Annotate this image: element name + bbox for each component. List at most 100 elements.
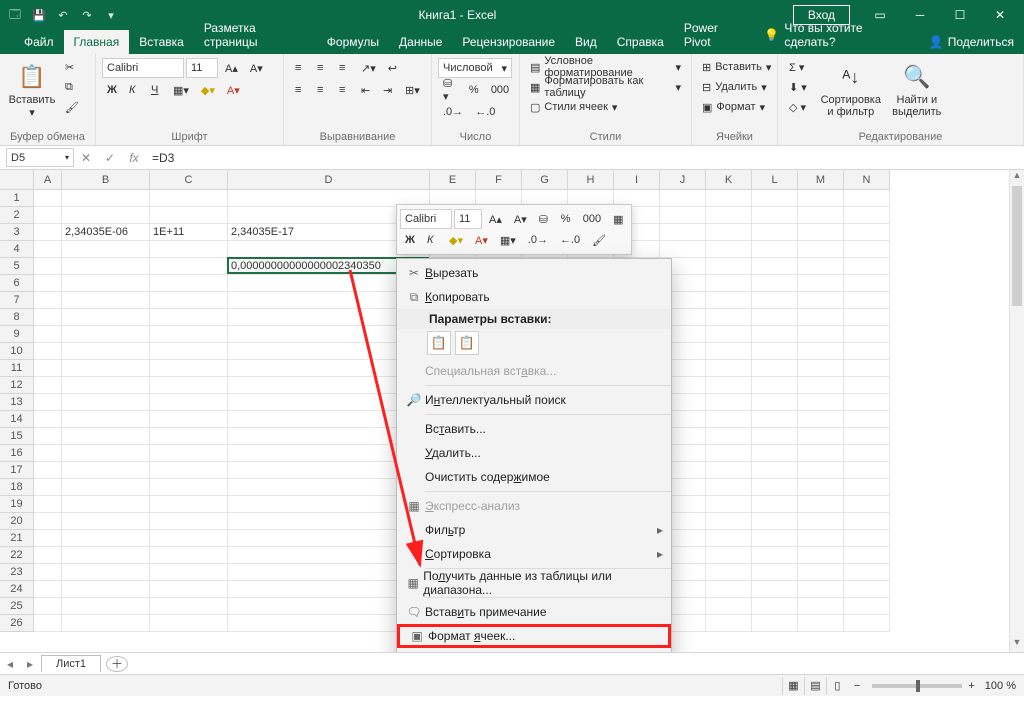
- row-header-11[interactable]: 11: [0, 360, 34, 377]
- cell-L24[interactable]: [752, 581, 798, 598]
- underline-button[interactable]: Ч: [146, 80, 166, 100]
- cell-M11[interactable]: [798, 360, 844, 377]
- cell-B8[interactable]: [62, 309, 150, 326]
- cell-C21[interactable]: [150, 530, 228, 547]
- comma-icon[interactable]: 000: [578, 209, 606, 229]
- row-header-24[interactable]: 24: [0, 581, 34, 598]
- cell-K23[interactable]: [706, 564, 752, 581]
- cell-M8[interactable]: [798, 309, 844, 326]
- scroll-down-icon[interactable]: ▼: [1010, 637, 1024, 652]
- cell-L6[interactable]: [752, 275, 798, 292]
- cell-A13[interactable]: [34, 394, 62, 411]
- cell-B10[interactable]: [62, 343, 150, 360]
- row-header-12[interactable]: 12: [0, 377, 34, 394]
- cell-B16[interactable]: [62, 445, 150, 462]
- cell-B2[interactable]: [62, 207, 150, 224]
- cell-J2[interactable]: [660, 207, 706, 224]
- col-header-I[interactable]: I: [614, 170, 660, 190]
- cell-C15[interactable]: [150, 428, 228, 445]
- cell-B21[interactable]: [62, 530, 150, 547]
- font-size-dropdown[interactable]: 11: [186, 58, 218, 78]
- cell-C26[interactable]: [150, 615, 228, 632]
- orientation-icon[interactable]: ↗▾: [356, 58, 381, 78]
- share-button[interactable]: 👤Поделиться: [919, 30, 1024, 54]
- cell-B4[interactable]: [62, 241, 150, 258]
- cut-icon[interactable]: ✂: [60, 57, 84, 77]
- decrease-decimal-icon[interactable]: ←.0: [555, 230, 585, 250]
- cell-A10[interactable]: [34, 343, 62, 360]
- row-header-17[interactable]: 17: [0, 462, 34, 479]
- cell-N7[interactable]: [844, 292, 890, 309]
- cell-K22[interactable]: [706, 547, 752, 564]
- cell-K20[interactable]: [706, 513, 752, 530]
- cell-N8[interactable]: [844, 309, 890, 326]
- cell-M5[interactable]: [798, 258, 844, 275]
- cell-N12[interactable]: [844, 377, 890, 394]
- increase-font-icon[interactable]: A▴: [220, 58, 243, 78]
- cell-B5[interactable]: [62, 258, 150, 275]
- cell-L9[interactable]: [752, 326, 798, 343]
- col-header-L[interactable]: L: [752, 170, 798, 190]
- cell-L11[interactable]: [752, 360, 798, 377]
- percent-icon[interactable]: %: [464, 80, 484, 100]
- zoom-in-button[interactable]: +: [968, 680, 974, 692]
- cell-L8[interactable]: [752, 309, 798, 326]
- cell-L13[interactable]: [752, 394, 798, 411]
- zoom-level[interactable]: 100 %: [985, 680, 1016, 692]
- cell-C11[interactable]: [150, 360, 228, 377]
- cell-M24[interactable]: [798, 581, 844, 598]
- cell-L21[interactable]: [752, 530, 798, 547]
- select-all-triangle[interactable]: [0, 170, 34, 190]
- fill-icon[interactable]: ⬇ ▾: [784, 77, 812, 97]
- cell-N17[interactable]: [844, 462, 890, 479]
- ctx-delete[interactable]: Удалить...: [397, 441, 671, 465]
- tab-page-layout[interactable]: Разметка страницы: [194, 16, 317, 54]
- cell-L1[interactable]: [752, 190, 798, 207]
- increase-decimal-icon[interactable]: .0→: [523, 230, 553, 250]
- currency-icon[interactable]: ⛁▾: [438, 80, 462, 100]
- cell-N2[interactable]: [844, 207, 890, 224]
- maximize-icon[interactable]: ☐: [940, 1, 980, 29]
- format-painter-icon[interactable]: 🖌: [60, 97, 84, 117]
- cell-K6[interactable]: [706, 275, 752, 292]
- cell-K5[interactable]: [706, 258, 752, 275]
- bold-button[interactable]: Ж: [400, 230, 420, 250]
- cell-M7[interactable]: [798, 292, 844, 309]
- cell-A7[interactable]: [34, 292, 62, 309]
- col-header-C[interactable]: C: [150, 170, 228, 190]
- paste-option-default[interactable]: 📋: [427, 331, 451, 355]
- cell-M21[interactable]: [798, 530, 844, 547]
- align-bottom-icon[interactable]: ≡: [334, 58, 354, 78]
- mini-font-dropdown[interactable]: Calibri: [400, 209, 452, 229]
- col-header-J[interactable]: J: [660, 170, 706, 190]
- row-header-21[interactable]: 21: [0, 530, 34, 547]
- ctx-filter[interactable]: Фильтр▸: [397, 518, 671, 542]
- zoom-out-button[interactable]: −: [854, 680, 860, 692]
- fill-color-icon[interactable]: ◆▾: [444, 230, 468, 250]
- cell-A20[interactable]: [34, 513, 62, 530]
- cell-M10[interactable]: [798, 343, 844, 360]
- cell-M17[interactable]: [798, 462, 844, 479]
- paste-option-values[interactable]: 📋: [455, 331, 479, 355]
- cell-C25[interactable]: [150, 598, 228, 615]
- cell-B24[interactable]: [62, 581, 150, 598]
- view-page-layout-icon[interactable]: ▤: [804, 677, 826, 695]
- font-color-icon[interactable]: A▾: [222, 80, 245, 100]
- redo-icon[interactable]: ↷: [76, 4, 98, 26]
- cell-A25[interactable]: [34, 598, 62, 615]
- cell-B9[interactable]: [62, 326, 150, 343]
- fx-icon[interactable]: fx: [122, 151, 146, 165]
- cell-N20[interactable]: [844, 513, 890, 530]
- cell-B14[interactable]: [62, 411, 150, 428]
- row-header-4[interactable]: 4: [0, 241, 34, 258]
- row-header-26[interactable]: 26: [0, 615, 34, 632]
- tab-home[interactable]: Главная: [64, 30, 130, 54]
- align-center-icon[interactable]: ≡: [312, 80, 332, 100]
- cell-N19[interactable]: [844, 496, 890, 513]
- cell-A4[interactable]: [34, 241, 62, 258]
- cell-N4[interactable]: [844, 241, 890, 258]
- cell-C20[interactable]: [150, 513, 228, 530]
- cell-A19[interactable]: [34, 496, 62, 513]
- cell-N15[interactable]: [844, 428, 890, 445]
- ctx-paste-special[interactable]: Специальная вставка...: [397, 359, 671, 383]
